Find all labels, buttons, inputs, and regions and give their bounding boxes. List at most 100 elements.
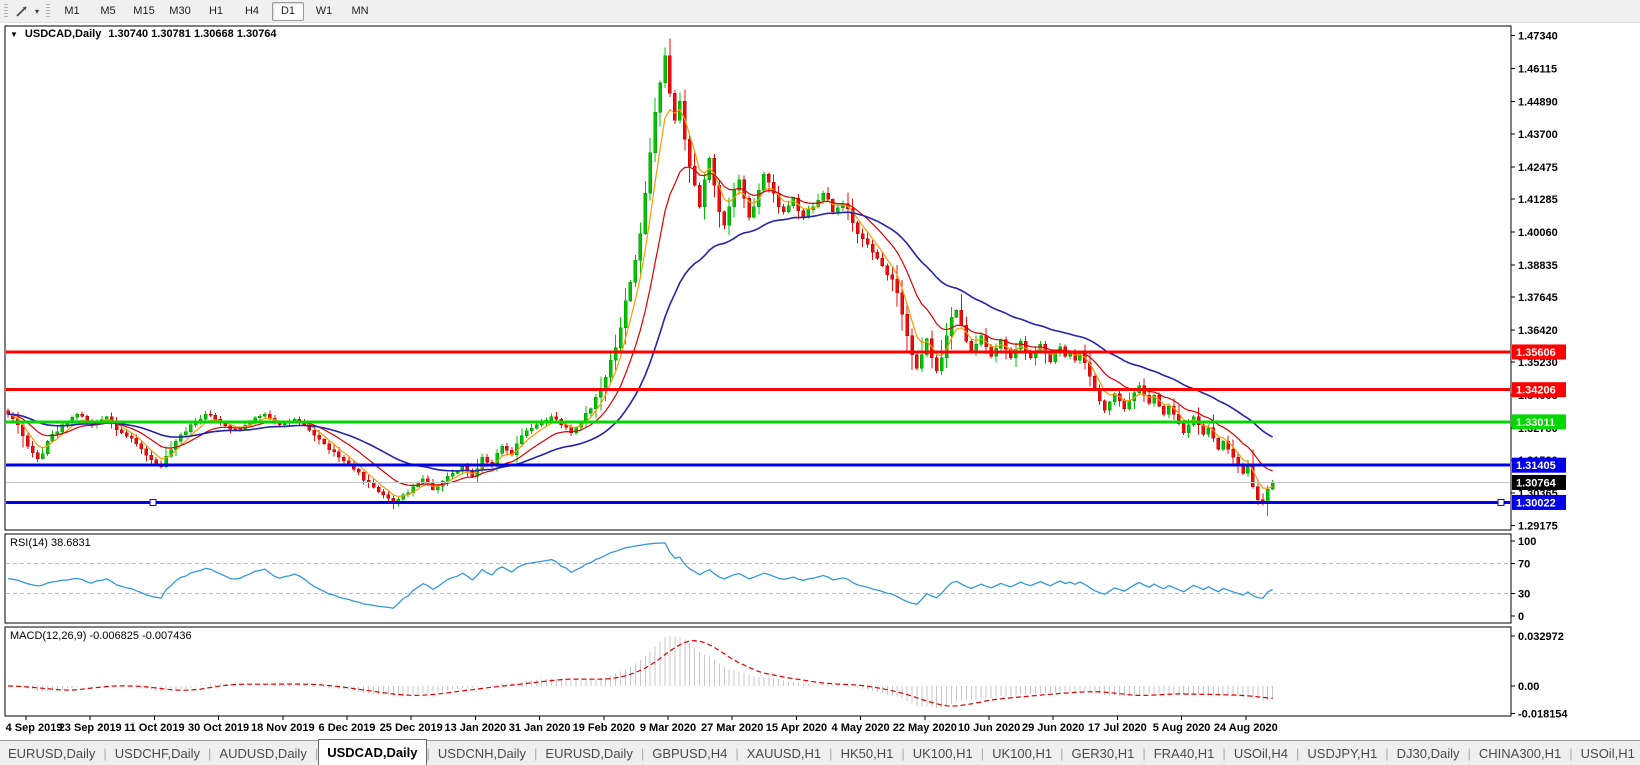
candle	[954, 310, 959, 318]
tab-china300-h1[interactable]: CHINA300,H1	[1471, 741, 1569, 765]
price-tick-label: 1.36420	[1518, 325, 1558, 337]
candle	[312, 430, 317, 436]
tab-usdcad-daily[interactable]: USDCAD,Daily	[318, 739, 427, 765]
candle	[786, 205, 791, 213]
price-label-1.31405: 1.31405	[1516, 460, 1556, 472]
tab-eurusd-daily[interactable]: EURUSD,Daily	[537, 741, 640, 765]
toolbar-grip[interactable]	[4, 4, 8, 18]
candle	[831, 199, 835, 213]
candle	[258, 416, 262, 419]
price-label-1.30764: 1.30764	[1516, 477, 1557, 489]
candle	[762, 173, 766, 191]
tab-gbpusd-h4[interactable]: GBPUSD,H4	[644, 741, 735, 765]
candle	[890, 274, 895, 280]
candle	[342, 456, 346, 462]
candle	[450, 473, 455, 477]
candle	[855, 222, 860, 234]
timeframe-button-MN[interactable]: MN	[344, 2, 376, 21]
candle	[26, 435, 30, 447]
candle	[1216, 438, 1221, 450]
tab-eurusd-daily[interactable]: EURUSD,Daily	[0, 741, 103, 765]
candle	[337, 451, 341, 458]
tab-hk50-h1[interactable]: HK50,H1	[833, 741, 902, 765]
candle	[727, 206, 731, 226]
toolbar: ▾ M1 M5 M15 M30 H1 H4 D1 W1 MN	[0, 0, 1640, 23]
candle	[1127, 400, 1132, 409]
timeframe-button-W1[interactable]: W1	[308, 2, 340, 21]
tool-dropdown-icon[interactable]: ▾	[32, 7, 42, 16]
macd-tick-label: -0.018154	[1518, 709, 1568, 721]
candle	[124, 432, 129, 437]
tab-audusd-daily[interactable]: AUDUSD,Daily	[211, 741, 314, 765]
timeframe-button-H1[interactable]: H1	[200, 2, 232, 21]
rsi-indicator-label: RSI(14) 38.6831	[10, 537, 91, 549]
candle	[1256, 486, 1260, 501]
tab-usdchf-daily[interactable]: USDCHF,Daily	[107, 741, 208, 765]
candle	[554, 416, 559, 420]
date-label: 6 Dec 2019	[319, 722, 376, 734]
candle	[638, 233, 643, 261]
price-tick-label: 1.37645	[1518, 292, 1558, 304]
timeframe-button-M15[interactable]: M15	[128, 2, 160, 21]
tab-fra40-h1[interactable]: FRA40,H1	[1146, 741, 1223, 765]
tab-uk100-h1[interactable]: UK100,H1	[905, 741, 981, 765]
candle	[1206, 427, 1211, 435]
tab-uk100-h1[interactable]: UK100,H1	[984, 741, 1060, 765]
date-label: 30 Oct 2019	[188, 722, 249, 734]
date-label: 5 Aug 2020	[1153, 722, 1211, 734]
candle	[139, 443, 144, 449]
price-tick-label: 1.44890	[1518, 97, 1558, 109]
candle	[30, 446, 35, 453]
timeframe-button-H4[interactable]: H4	[236, 2, 268, 21]
candle	[268, 413, 272, 419]
tab-xauusd-h1[interactable]: XAUUSD,H1	[739, 741, 829, 765]
candle	[455, 471, 460, 474]
candle	[381, 491, 386, 496]
tab-usdjpy-h1[interactable]: USDJPY,H1	[1299, 741, 1385, 765]
candle	[35, 452, 40, 459]
candle	[179, 434, 183, 442]
tab-usdcnh-daily[interactable]: USDCNH,Daily	[430, 741, 534, 765]
candle	[129, 436, 134, 439]
candle	[628, 281, 633, 301]
candle	[589, 408, 593, 414]
tab-dj30-daily[interactable]: DJ30,Daily	[1389, 741, 1468, 765]
candle	[149, 455, 154, 461]
candle	[618, 327, 623, 348]
date-label: 22 May 2020	[893, 722, 957, 734]
candle	[1053, 353, 1058, 362]
candle	[154, 459, 158, 464]
candle	[860, 233, 865, 240]
candle	[45, 440, 50, 454]
chart-dropdown-icon[interactable]: ▼	[10, 30, 18, 39]
candle	[880, 257, 885, 267]
date-label: 10 Jun 2020	[958, 722, 1020, 734]
candle	[613, 347, 618, 361]
line-handle[interactable]	[1497, 498, 1505, 506]
rsi-tick-label: 30	[1518, 589, 1530, 601]
candle	[1167, 405, 1171, 415]
price-tick-label: 1.47340	[1518, 31, 1558, 43]
line-handle[interactable]	[149, 498, 157, 506]
candle	[119, 429, 124, 434]
timeframe-button-M5[interactable]: M5	[92, 2, 124, 21]
candle	[722, 211, 727, 226]
candle	[1097, 389, 1102, 401]
candle	[643, 192, 648, 234]
candle	[1122, 400, 1127, 409]
candle	[356, 469, 361, 473]
candle	[495, 452, 499, 466]
candle	[905, 314, 909, 337]
candle	[702, 179, 707, 207]
candle	[574, 427, 578, 434]
tab-usoil-h1[interactable]: USOil,H1	[1573, 741, 1640, 765]
timeframe-button-D1[interactable]: D1	[272, 1, 304, 21]
crosshair-tool-button[interactable]	[12, 2, 32, 20]
toolbar-separator-grip	[46, 4, 50, 18]
candle	[915, 354, 919, 369]
timeframe-button-M1[interactable]: M1	[56, 2, 88, 21]
candle	[895, 279, 899, 294]
tab-usoil-h4[interactable]: USOil,H4	[1226, 741, 1296, 765]
tab-ger30-h1[interactable]: GER30,H1	[1063, 741, 1142, 765]
timeframe-button-M30[interactable]: M30	[164, 2, 196, 21]
